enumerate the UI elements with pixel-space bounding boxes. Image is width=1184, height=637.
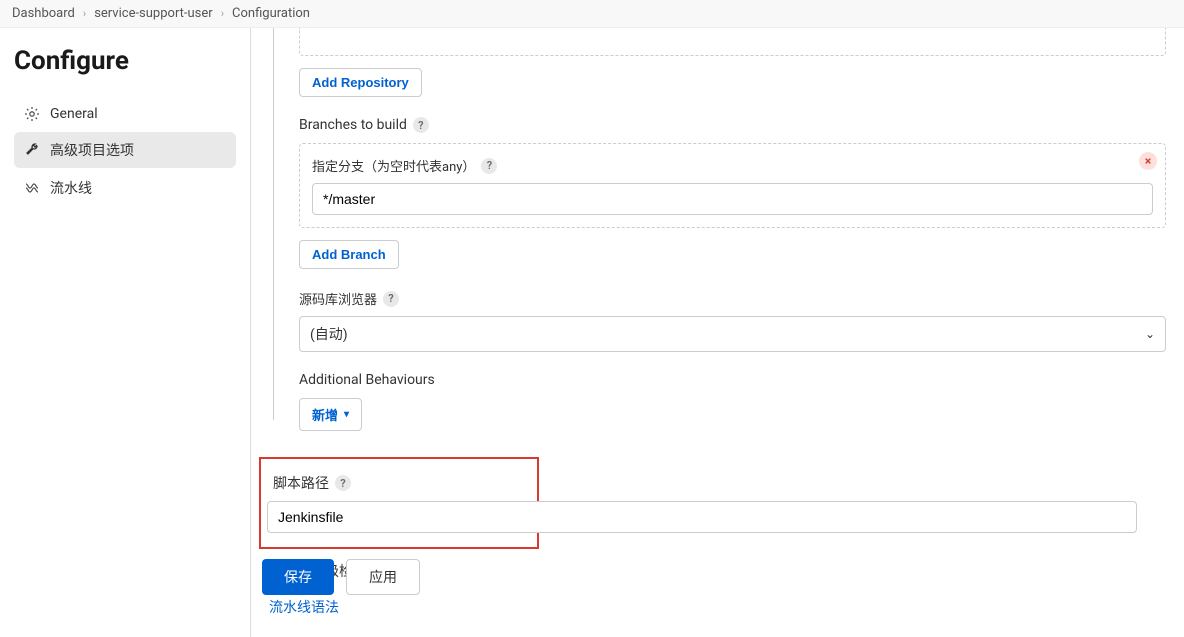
gear-icon (24, 106, 40, 122)
sidebar-item-general[interactable]: General (14, 98, 236, 130)
breadcrumb-config[interactable]: Configuration (232, 6, 310, 21)
branch-spec-label: 指定分支（为空时代表any） ? (312, 156, 1153, 175)
sidebar-item-advanced[interactable]: 高级项目选项 (14, 132, 236, 168)
sidebar-item-label: 流水线 (50, 178, 92, 198)
help-icon[interactable]: ? (335, 475, 351, 491)
help-icon[interactable]: ? (481, 158, 497, 174)
scm-browser-select[interactable]: (自动) ⌄ (299, 316, 1166, 352)
breadcrumb-dashboard[interactable]: Dashboard (12, 6, 75, 21)
chevron-down-icon: ⌄ (1145, 327, 1155, 341)
content-left-rule (273, 28, 274, 420)
page-title: Configure (14, 46, 236, 76)
apply-button[interactable]: 应用 (346, 559, 420, 595)
save-button[interactable]: 保存 (262, 559, 334, 595)
scm-browser-label: 源码库浏览器 ? (299, 289, 1166, 308)
sidebar-item-label: 高级项目选项 (50, 140, 134, 160)
repo-block-tail (299, 28, 1166, 56)
script-path-label: 脚本路径 ? (273, 473, 525, 493)
chevron-right-icon: › (83, 7, 86, 20)
branch-spec-input[interactable] (312, 183, 1153, 215)
pipeline-syntax-link[interactable]: 流水线语法 (269, 600, 339, 616)
scm-browser-value: (自动) (310, 324, 348, 344)
chevron-right-icon: › (221, 7, 224, 20)
breadcrumb: Dashboard › service-support-user › Confi… (0, 0, 1184, 28)
branches-to-build-title: Branches to build ? (299, 117, 1166, 133)
help-icon[interactable]: ? (413, 117, 429, 133)
close-icon[interactable]: × (1139, 152, 1157, 170)
script-path-highlight: 脚本路径 ? (259, 457, 539, 549)
add-behaviour-button[interactable]: 新增 ▾ (299, 398, 362, 431)
sidebar-item-pipeline[interactable]: 流水线 (14, 170, 236, 206)
add-repository-button[interactable]: Add Repository (299, 68, 422, 97)
footer-buttons: 保存 应用 (262, 559, 420, 595)
add-branch-button[interactable]: Add Branch (299, 240, 399, 269)
additional-behaviours-title: Additional Behaviours (299, 372, 1166, 388)
help-icon[interactable]: ? (383, 291, 399, 307)
breadcrumb-service[interactable]: service-support-user (94, 6, 213, 21)
wrench-icon (24, 142, 40, 158)
pipeline-icon (24, 180, 40, 196)
sidebar: Configure General 高级项目选项 流水线 (0, 28, 250, 637)
script-path-input[interactable] (267, 501, 1137, 533)
branch-spec-block: × 指定分支（为空时代表any） ? (299, 143, 1166, 228)
sidebar-item-label: General (50, 106, 98, 122)
caret-down-icon: ▾ (344, 409, 349, 420)
